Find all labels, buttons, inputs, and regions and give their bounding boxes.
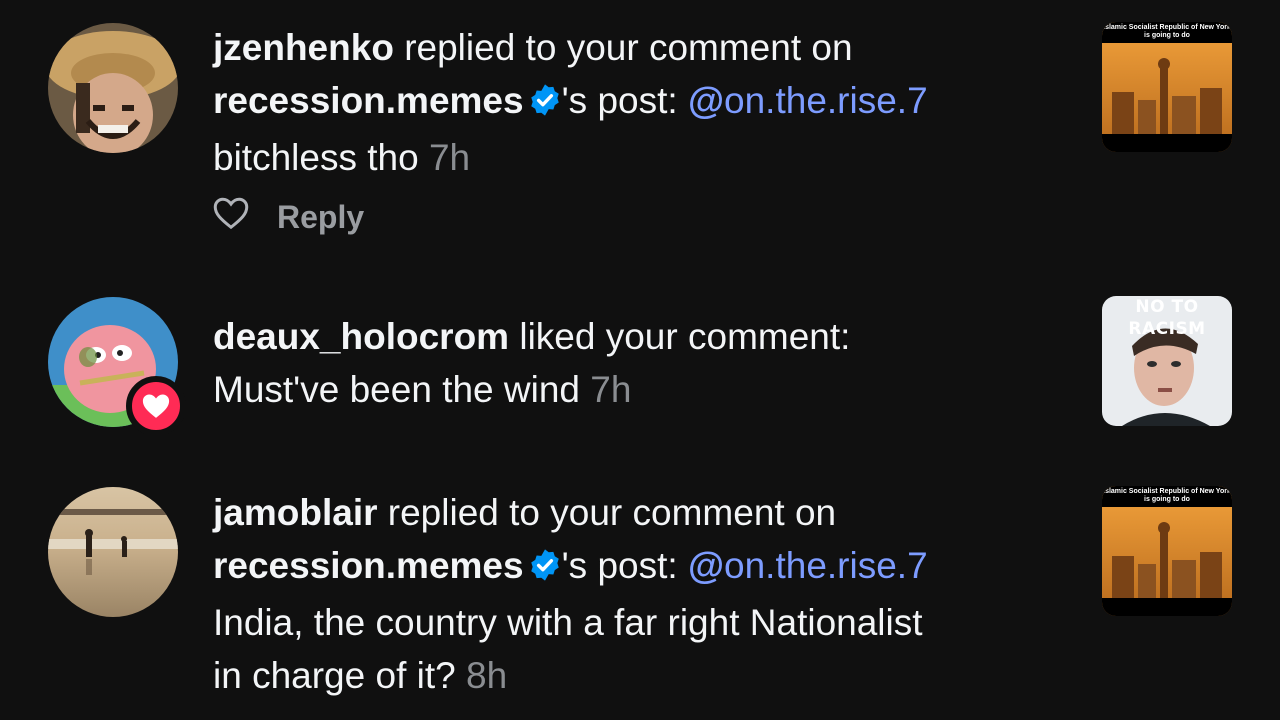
threads-logo-icon: @ (687, 545, 725, 586)
post-thumbnail[interactable]: Islamic Socialist Republic of New York i… (1102, 486, 1232, 616)
post-suffix: 's post: (561, 545, 688, 586)
notification-item[interactable]: jzenhenko replied to your comment on rec… (0, 0, 1280, 260)
verified-badge-icon (528, 543, 562, 596)
post-owner-username[interactable]: recession.memes (213, 545, 524, 586)
notification-action: replied to your comment on (377, 492, 837, 533)
timestamp: 7h (428, 137, 471, 178)
avatar[interactable] (48, 23, 178, 153)
timestamp: 7h (590, 369, 632, 410)
username[interactable]: deaux_holocrom (213, 316, 509, 357)
comment-text-line1: India, the country with a far right Nati… (213, 602, 923, 643)
notification-action: replied to your comment on (393, 27, 853, 68)
mention-username: on.the.rise.7 (724, 80, 928, 121)
notification-body: deaux_holocrom liked your comment: Must'… (213, 310, 1073, 416)
threads-logo-icon: @ (687, 80, 725, 121)
heart-icon[interactable] (213, 196, 249, 238)
reply-button[interactable]: Reply (213, 196, 364, 238)
avatar[interactable] (48, 487, 178, 617)
post-thumbnail[interactable]: Islamic Socialist Republic of New York i… (1102, 22, 1232, 152)
comment-text: bitchless tho (213, 137, 419, 178)
post-suffix: 's post: (561, 80, 688, 121)
like-badge (126, 376, 186, 436)
reply-label: Reply (277, 198, 365, 235)
mention-username: on.the.rise.7 (724, 545, 928, 586)
thumbnail-caption: Islamic Socialist Republic of New York i… (1102, 22, 1232, 43)
comment-text: Must've been the wind (213, 369, 581, 410)
notification-item[interactable]: jamoblair replied to your comment on rec… (0, 450, 1280, 720)
verified-badge-icon (528, 78, 562, 131)
activity-feed: jzenhenko replied to your comment on rec… (0, 0, 1280, 720)
timestamp: 8h (466, 655, 508, 696)
heart-filled-icon (142, 394, 170, 418)
notification-action: liked your comment: (509, 316, 851, 357)
comment-text-line2: in charge of it? (213, 655, 456, 696)
notification-body: jzenhenko replied to your comment on rec… (213, 21, 1073, 184)
thumbnail-caption: Islamic Socialist Republic of New York i… (1102, 486, 1232, 507)
notification-body: jamoblair replied to your comment on rec… (213, 486, 1073, 702)
thumbnail-caption: NO TO RACISM (1128, 297, 1206, 339)
notification-item[interactable]: deaux_holocrom liked your comment: Must'… (0, 260, 1280, 450)
mention-link[interactable]: @on.the.rise.7 (688, 545, 928, 586)
post-owner-username[interactable]: recession.memes (213, 80, 524, 121)
mention-link[interactable]: @on.the.rise.7 (688, 80, 928, 121)
post-thumbnail[interactable]: NO TO RACISM (1102, 296, 1232, 426)
username[interactable]: jzenhenko (213, 27, 394, 68)
username[interactable]: jamoblair (213, 492, 378, 533)
